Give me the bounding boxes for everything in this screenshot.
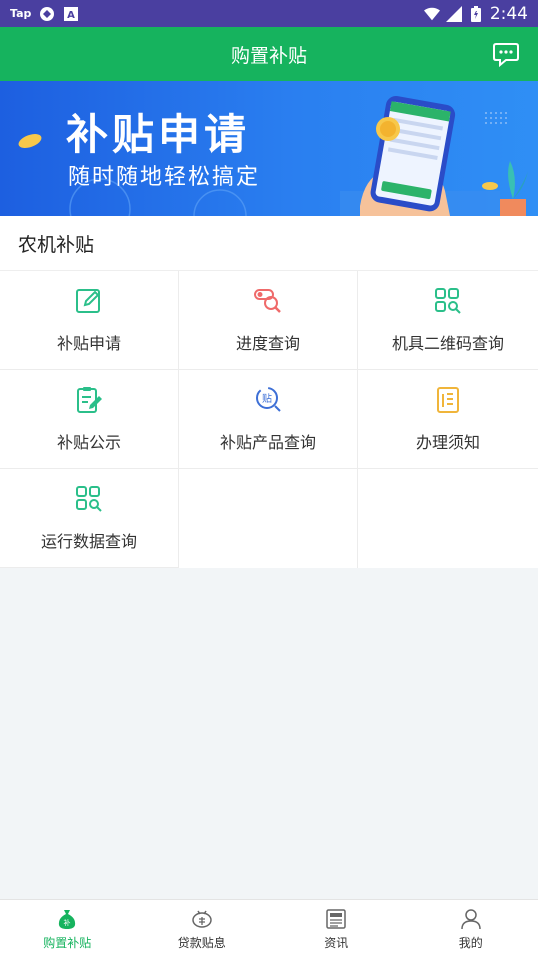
signal-icon bbox=[445, 5, 462, 22]
grid-item-label: 进度查询 bbox=[235, 334, 300, 353]
promo-banner[interactable]: 补贴申请 随时随地轻松搞定 bbox=[0, 81, 538, 216]
grid-item-progress-query[interactable]: 进度查询 bbox=[179, 271, 358, 370]
money-bag-icon: 补 bbox=[59, 910, 76, 929]
subsidy-section: 农机补贴 补贴申请 进度查询 机具二维码查询 补贴公示 贴 补贴产品查询 办理须… bbox=[0, 216, 538, 568]
svg-text:A: A bbox=[68, 10, 76, 21]
nav-item-news[interactable]: 资讯 bbox=[269, 900, 404, 958]
grid-item-run-data-query[interactable]: 运行数据查询 bbox=[0, 469, 179, 568]
svg-text:补: 补 bbox=[64, 918, 71, 927]
grid-item-subsidy-apply[interactable]: 补贴申请 bbox=[0, 271, 179, 370]
svg-text:贴: 贴 bbox=[262, 392, 272, 405]
grid-item-subsidy-publicity[interactable]: 补贴公示 bbox=[0, 370, 179, 469]
nav-item-mine[interactable]: 我的 bbox=[404, 900, 538, 958]
a-box-icon: A bbox=[63, 6, 79, 22]
message-icon bbox=[493, 43, 519, 68]
sync-icon bbox=[39, 6, 55, 22]
banner-subtitle: 随时随地轻松搞定 bbox=[68, 165, 261, 190]
grid-item-label: 运行数据查询 bbox=[40, 532, 137, 551]
grid-item-label: 办理须知 bbox=[415, 433, 480, 452]
page-title: 购置补贴 bbox=[230, 44, 307, 67]
nav-item-purchase-subsidy[interactable]: 补 购置补贴 bbox=[0, 900, 135, 958]
status-left: Tap A bbox=[10, 6, 79, 22]
subsidy-search-icon: 贴 bbox=[256, 387, 281, 412]
banner-title: 补贴申请 bbox=[66, 110, 251, 159]
nav-label: 购置补贴 bbox=[43, 936, 92, 950]
grid-item-label: 补贴申请 bbox=[56, 334, 121, 353]
progress-search-icon bbox=[254, 289, 281, 313]
notice-icon bbox=[437, 387, 459, 413]
news-icon bbox=[326, 909, 346, 929]
grid-item-product-query[interactable]: 贴 补贴产品查询 bbox=[179, 370, 358, 469]
status-bar: Tap A 2:44 bbox=[0, 0, 538, 27]
grid-item-qr-query[interactable]: 机具二维码查询 bbox=[358, 271, 538, 370]
feature-grid: 补贴申请 进度查询 机具二维码查询 补贴公示 贴 补贴产品查询 办理须知 运行数… bbox=[0, 271, 538, 568]
wifi-icon bbox=[423, 6, 440, 22]
grid-item-notice[interactable]: 办理须知 bbox=[358, 370, 538, 469]
nav-label: 贷款贴息 bbox=[177, 936, 226, 950]
status-right: 2:44 bbox=[423, 3, 528, 24]
piggy-icon bbox=[192, 910, 212, 928]
nav-label: 资讯 bbox=[324, 936, 349, 950]
grid-item-label: 补贴产品查询 bbox=[219, 433, 316, 452]
tap-app-icon: Tap bbox=[10, 7, 32, 20]
battery-icon bbox=[468, 5, 484, 22]
section-title: 农机补贴 bbox=[0, 216, 538, 271]
edit-icon bbox=[76, 289, 100, 313]
nav-label: 我的 bbox=[458, 936, 483, 950]
qr-search-icon bbox=[435, 288, 461, 314]
user-icon bbox=[461, 909, 481, 930]
grid-item-label: 机具二维码查询 bbox=[391, 334, 504, 353]
status-time: 2:44 bbox=[489, 3, 528, 24]
data-search-icon bbox=[76, 486, 102, 512]
grid-empty-cell bbox=[358, 469, 538, 568]
app-bar: 购置补贴 bbox=[0, 27, 538, 81]
grid-empty-cell bbox=[179, 469, 358, 568]
nav-item-loan-interest[interactable]: 贷款贴息 bbox=[135, 900, 270, 958]
grid-item-label: 补贴公示 bbox=[56, 433, 121, 452]
bottom-nav: 补 购置补贴 贷款贴息 资讯 我的 bbox=[0, 899, 538, 958]
clipboard-edit-icon bbox=[77, 387, 102, 413]
message-button[interactable] bbox=[492, 40, 520, 68]
